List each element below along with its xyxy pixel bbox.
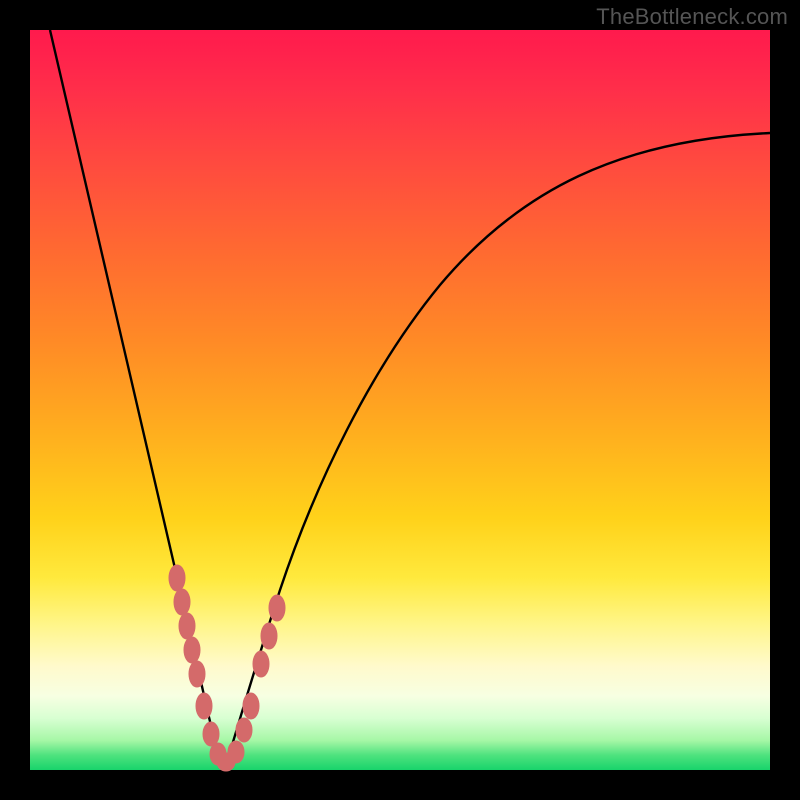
watermark-text: TheBottleneck.com	[596, 4, 788, 30]
chart-frame: TheBottleneck.com	[0, 0, 800, 800]
bottleneck-curve-right	[224, 133, 770, 766]
highlight-markers	[169, 565, 285, 771]
curve-layer	[30, 30, 770, 770]
